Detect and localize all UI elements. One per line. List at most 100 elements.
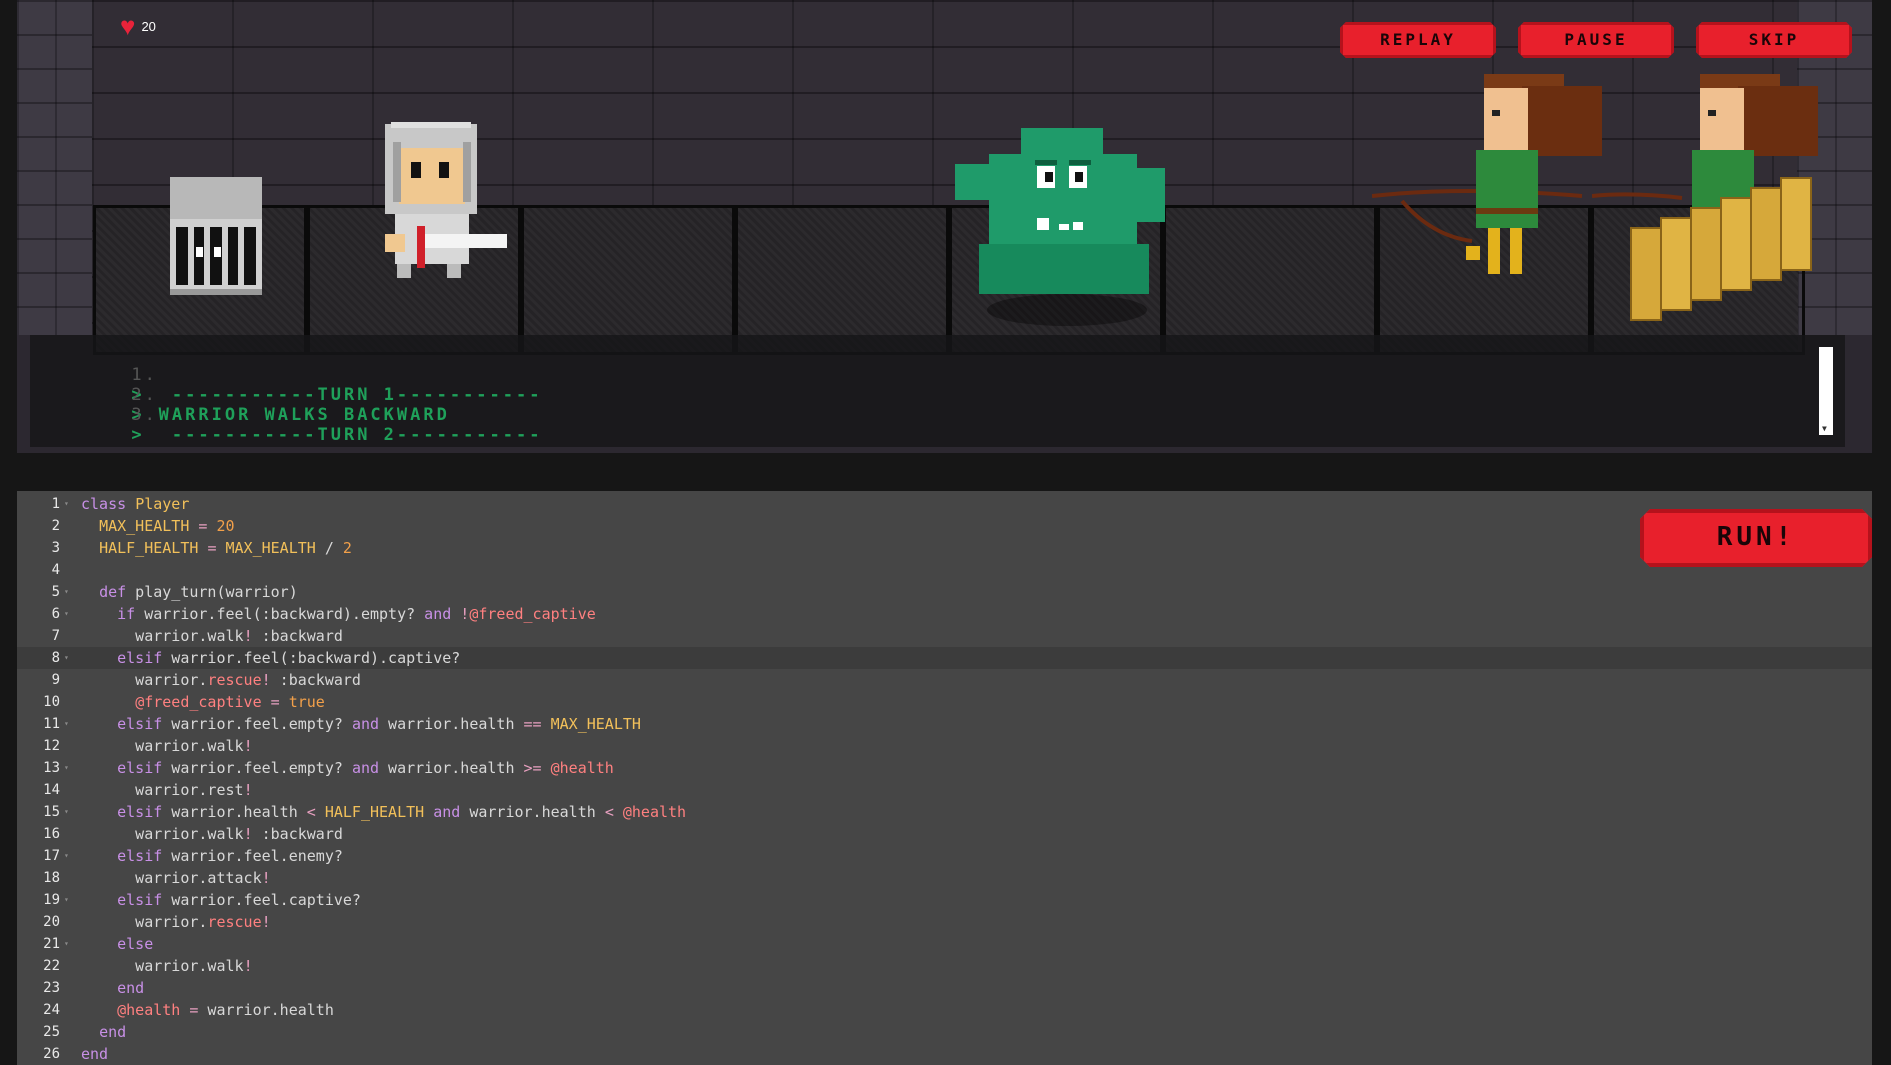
- code-text[interactable]: if warrior.feel(:backward).empty? and !@…: [81, 603, 596, 625]
- line-number: 13: [43, 760, 60, 776]
- code-text[interactable]: elsif warrior.health < HALF_HEALTH and w…: [81, 801, 686, 823]
- line-number: 21: [43, 936, 60, 952]
- warrior-sprite: [385, 122, 507, 278]
- line-number: 1: [51, 496, 60, 512]
- line-number: 14: [43, 782, 60, 798]
- code-line[interactable]: 17 ▾ elsif warrior.feel.enemy?: [17, 845, 1872, 867]
- skip-button[interactable]: SKIP: [1696, 22, 1852, 58]
- line-number: 15: [43, 804, 60, 820]
- game-viewport: ♥ 20 REPLAY PAUSE SKIP 1. > -----------T…: [17, 0, 1872, 453]
- code-line[interactable]: 5 ▾ def play_turn(warrior): [17, 581, 1872, 603]
- code-text[interactable]: elsif warrior.feel.empty? and warrior.he…: [81, 757, 614, 779]
- fold-toggle-icon[interactable]: ▾: [64, 603, 69, 625]
- fold-toggle-icon[interactable]: ▾: [64, 801, 69, 823]
- line-number: 20: [43, 914, 60, 930]
- log-scrollbar[interactable]: ▼: [1819, 347, 1833, 435]
- line-number: 26: [43, 1046, 60, 1062]
- log-text: -----------TURN 2-----------: [158, 425, 543, 445]
- code-line[interactable]: 18 warrior.attack!: [17, 867, 1872, 889]
- code-text[interactable]: warrior.rest!: [81, 779, 252, 801]
- code-text[interactable]: elsif warrior.feel.enemy?: [81, 845, 343, 867]
- line-number: 24: [43, 1002, 60, 1018]
- code-text[interactable]: MAX_HEALTH = 20: [81, 515, 234, 537]
- code-text[interactable]: @health = warrior.health: [81, 999, 334, 1021]
- code-line[interactable]: 3 HALF_HEALTH = MAX_HEALTH / 2: [17, 537, 1872, 559]
- caged-captive-sprite: [170, 177, 262, 295]
- code-line[interactable]: 16 warrior.walk! :backward: [17, 823, 1872, 845]
- code-line[interactable]: 14 warrior.rest!: [17, 779, 1872, 801]
- code-line[interactable]: 21 ▾ else: [17, 933, 1872, 955]
- run-button[interactable]: RUN!: [1640, 509, 1872, 567]
- code-text[interactable]: warrior.attack!: [81, 867, 270, 889]
- code-line[interactable]: 8 ▾ elsif warrior.feel(:backward).captive…: [17, 647, 1872, 669]
- code-line[interactable]: 25 end: [17, 1021, 1872, 1043]
- code-line[interactable]: 12 warrior.walk!: [17, 735, 1872, 757]
- line-number: 11: [43, 716, 60, 732]
- stairs-exit-sprite: [1630, 177, 1812, 321]
- code-line[interactable]: 2 MAX_HEALTH = 20: [17, 515, 1872, 537]
- code-line[interactable]: 19 ▾ elsif warrior.feel.captive?: [17, 889, 1872, 911]
- code-text[interactable]: warrior.walk! :backward: [81, 625, 343, 647]
- line-number: 16: [43, 826, 60, 842]
- code-line[interactable]: 22 warrior.walk!: [17, 955, 1872, 977]
- code-text[interactable]: end: [81, 1043, 108, 1065]
- scroll-down-icon[interactable]: ▼: [1822, 424, 1827, 433]
- fold-toggle-icon[interactable]: ▾: [64, 757, 69, 779]
- code-line[interactable]: 23 end: [17, 977, 1872, 999]
- code-line[interactable]: 10 @freed_captive = true: [17, 691, 1872, 713]
- code-line[interactable]: 24 @health = warrior.health: [17, 999, 1872, 1021]
- line-number: 3: [51, 540, 60, 556]
- line-number: 4: [51, 562, 60, 578]
- line-number: 23: [43, 980, 60, 996]
- code-text[interactable]: end: [81, 977, 144, 999]
- line-number: 2: [51, 518, 60, 534]
- code-text[interactable]: else: [81, 933, 153, 955]
- line-number: 10: [43, 694, 60, 710]
- code-text[interactable]: warrior.walk!: [81, 955, 252, 977]
- log-line: 3. > -----------TURN 2-----------: [52, 385, 542, 453]
- code-text[interactable]: def play_turn(warrior): [81, 581, 298, 603]
- code-text[interactable]: warrior.rescue!: [81, 911, 270, 933]
- line-number: 17: [43, 848, 60, 864]
- code-line[interactable]: 9 warrior.rescue! :backward: [17, 669, 1872, 691]
- code-text[interactable]: warrior.rescue! :backward: [81, 669, 361, 691]
- turn-log-console: 1. > -----------TURN 1----------- 2. > WA…: [30, 335, 1845, 447]
- code-line[interactable]: 26 end: [17, 1043, 1872, 1065]
- code-editor[interactable]: 1 ▾ class Player 2 MAX_HEALTH = 20 3 HALF_HE…: [17, 491, 1872, 1065]
- line-number: 25: [43, 1024, 60, 1040]
- code-text[interactable]: class Player: [81, 493, 189, 515]
- code-text[interactable]: @freed_captive = true: [81, 691, 325, 713]
- code-line[interactable]: 7 warrior.walk! :backward: [17, 625, 1872, 647]
- line-number: 9: [51, 672, 60, 688]
- code-line[interactable]: 1 ▾ class Player: [17, 493, 1872, 515]
- fold-toggle-icon[interactable]: ▾: [64, 889, 69, 911]
- slime-enemy-sprite: [955, 128, 1165, 326]
- health-display: ♥ 20: [120, 13, 156, 39]
- line-number: 7: [51, 628, 60, 644]
- replay-button[interactable]: REPLAY: [1340, 22, 1496, 58]
- fold-toggle-icon[interactable]: ▾: [64, 933, 69, 955]
- line-number: 19: [43, 892, 60, 908]
- code-text[interactable]: end: [81, 1021, 126, 1043]
- code-text[interactable]: elsif warrior.feel.captive?: [81, 889, 361, 911]
- line-number: 18: [43, 870, 60, 886]
- fold-toggle-icon[interactable]: ▾: [64, 581, 69, 603]
- code-line[interactable]: 4: [17, 559, 1872, 581]
- pause-button[interactable]: PAUSE: [1518, 22, 1674, 58]
- code-line[interactable]: 13 ▾ elsif warrior.feel.empty? and warrio…: [17, 757, 1872, 779]
- code-line[interactable]: 6 ▾ if warrior.feel(:backward).empty? and…: [17, 603, 1872, 625]
- log-caret: >: [131, 425, 145, 445]
- fold-toggle-icon[interactable]: ▾: [64, 647, 69, 669]
- code-text[interactable]: elsif warrior.feel.empty? and warrior.he…: [81, 713, 641, 735]
- code-text[interactable]: warrior.walk! :backward: [81, 823, 343, 845]
- code-text[interactable]: warrior.walk!: [81, 735, 252, 757]
- code-line[interactable]: 15 ▾ elsif warrior.health < HALF_HEALTH a…: [17, 801, 1872, 823]
- code-line[interactable]: 20 warrior.rescue!: [17, 911, 1872, 933]
- line-number: 5: [51, 584, 60, 600]
- fold-toggle-icon[interactable]: ▾: [64, 493, 69, 515]
- code-text[interactable]: HALF_HEALTH = MAX_HEALTH / 2: [81, 537, 352, 559]
- code-text[interactable]: elsif warrior.feel(:backward).captive?: [81, 647, 460, 669]
- fold-toggle-icon[interactable]: ▾: [64, 713, 69, 735]
- code-line[interactable]: 11 ▾ elsif warrior.feel.empty? and warrio…: [17, 713, 1872, 735]
- fold-toggle-icon[interactable]: ▾: [64, 845, 69, 867]
